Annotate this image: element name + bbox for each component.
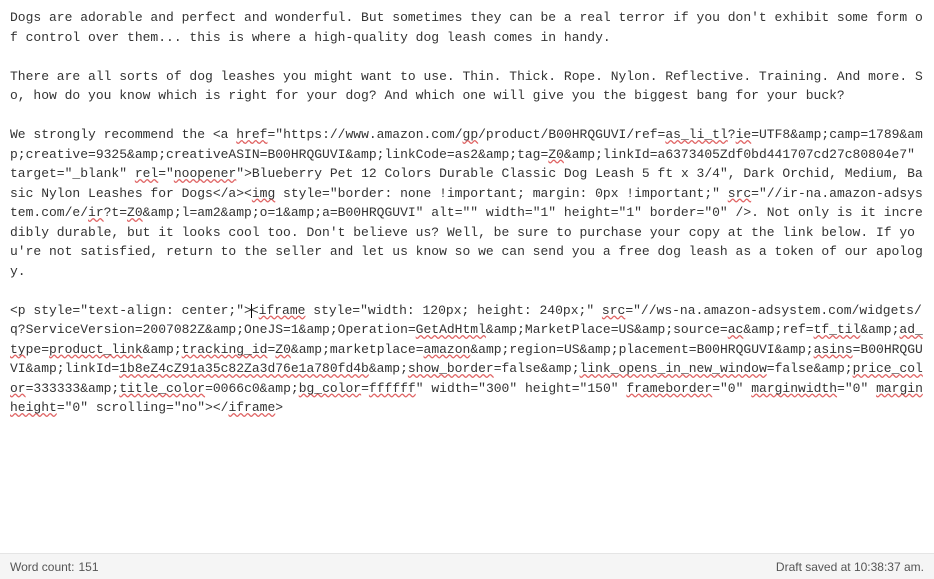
word-count[interactable]: Word count: 151 [10, 558, 99, 576]
paragraph-4: <p style="text-align: center;"><iframe s… [10, 303, 923, 416]
paragraph-3: We strongly recommend the <a href="https… [10, 127, 923, 279]
word-count-label: Word count: [10, 558, 74, 576]
editor-container: Dogs are adorable and perfect and wonder… [0, 0, 934, 553]
draft-saved-text: Draft saved at 10:38:37 am. [776, 558, 924, 576]
status-bar: Word count: 151 Draft saved at 10:38:37 … [0, 553, 934, 579]
paragraph-1: Dogs are adorable and perfect and wonder… [10, 10, 923, 45]
word-count-value: 151 [78, 558, 98, 576]
code-editor[interactable]: Dogs are adorable and perfect and wonder… [0, 0, 934, 553]
paragraph-2: There are all sorts of dog leashes you m… [10, 69, 923, 104]
